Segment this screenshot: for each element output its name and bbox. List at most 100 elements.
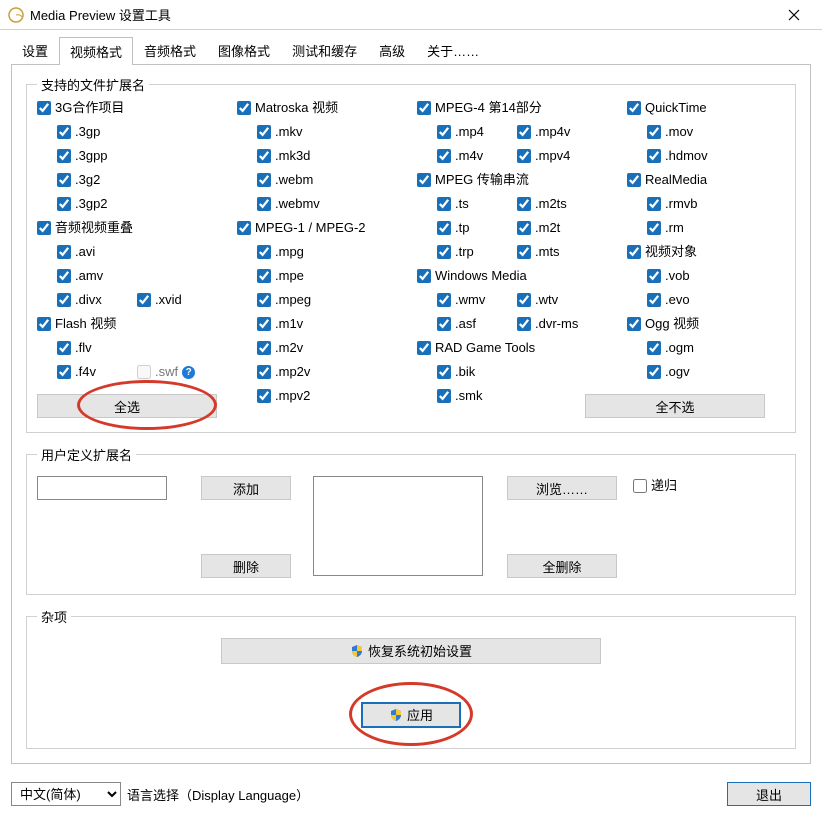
tab-3[interactable]: 图像格式 bbox=[207, 36, 281, 64]
ext-label: .amv bbox=[75, 268, 103, 284]
ext-mpg[interactable]: .mpg bbox=[257, 244, 304, 260]
ext-avi[interactable]: .avi bbox=[57, 244, 95, 260]
help-icon[interactable]: ? bbox=[182, 366, 195, 379]
ext-Flash[interactable]: Flash 视频 bbox=[37, 316, 116, 332]
ext-label: .m4v bbox=[455, 148, 483, 164]
userdef-input[interactable] bbox=[37, 476, 167, 500]
ext-MPEG414[interactable]: MPEG-4 第14部分 bbox=[417, 100, 542, 116]
ext-hdmov[interactable]: .hdmov bbox=[647, 148, 708, 164]
ext-xvid[interactable]: .xvid bbox=[137, 292, 182, 308]
ext-Ogg[interactable]: Ogg 视频 bbox=[627, 316, 699, 332]
ext-ts[interactable]: .ts bbox=[437, 196, 469, 212]
ext-Matroska[interactable]: Matroska 视频 bbox=[237, 100, 338, 116]
ext-3gp2[interactable]: .3gp2 bbox=[57, 196, 108, 212]
ext-m1v[interactable]: .m1v bbox=[257, 316, 303, 332]
language-select[interactable]: 中文(简体) bbox=[11, 782, 121, 806]
tab-0[interactable]: 设置 bbox=[11, 36, 59, 64]
add-button[interactable]: 添加 bbox=[201, 476, 291, 500]
ext-mk3d[interactable]: .mk3d bbox=[257, 148, 310, 164]
ext-RealMedia[interactable]: RealMedia bbox=[627, 172, 707, 188]
ext-RADGameTools[interactable]: RAD Game Tools bbox=[417, 340, 535, 356]
ext-3gp[interactable]: .3gp bbox=[57, 124, 100, 140]
ext-mkv[interactable]: .mkv bbox=[257, 124, 302, 140]
ext-mp4[interactable]: .mp4 bbox=[437, 124, 484, 140]
ext-rm[interactable]: .rm bbox=[647, 220, 684, 236]
ext-m4v[interactable]: .m4v bbox=[437, 148, 483, 164]
apply-button[interactable]: 应用 bbox=[361, 702, 461, 728]
ext-mpeg[interactable]: .mpeg bbox=[257, 292, 311, 308]
exit-button[interactable]: 退出 bbox=[727, 782, 811, 806]
ext-tp[interactable]: .tp bbox=[437, 220, 469, 236]
ext-[interactable]: 音频视频重叠 bbox=[37, 220, 133, 236]
ext-label: .mpe bbox=[275, 268, 304, 284]
ext-QuickTime[interactable]: QuickTime bbox=[627, 100, 707, 116]
ext-f4v[interactable]: .f4v bbox=[57, 364, 96, 380]
ext-label: .3gpp bbox=[75, 148, 108, 164]
ext-mp4v[interactable]: .mp4v bbox=[517, 124, 570, 140]
ext-label: .ogv bbox=[665, 364, 690, 380]
ext-3G[interactable]: 3G合作项目 bbox=[37, 100, 124, 116]
close-button[interactable] bbox=[772, 1, 816, 29]
ext-wtv[interactable]: .wtv bbox=[517, 292, 558, 308]
tab-strip: 设置视频格式音频格式图像格式测试和缓存高级关于…… bbox=[11, 38, 811, 64]
ext-dvrms[interactable]: .dvr-ms bbox=[517, 316, 578, 332]
ext-3g2[interactable]: .3g2 bbox=[57, 172, 100, 188]
ext-3gpp[interactable]: .3gpp bbox=[57, 148, 108, 164]
tab-4[interactable]: 测试和缓存 bbox=[281, 36, 368, 64]
ext-MPEG1MPEG2[interactable]: MPEG-1 / MPEG-2 bbox=[237, 220, 366, 236]
ext-label: .swf bbox=[155, 364, 178, 380]
ext-label: Flash 视频 bbox=[55, 316, 116, 332]
ext-bik[interactable]: .bik bbox=[437, 364, 475, 380]
recursive-checkbox[interactable]: 递归 bbox=[633, 478, 677, 494]
browse-button[interactable]: 浏览…… bbox=[507, 476, 617, 500]
restore-defaults-button[interactable]: 恢复系统初始设置 bbox=[221, 638, 601, 664]
ext-label: .smk bbox=[455, 388, 482, 404]
userdef-list[interactable] bbox=[313, 476, 483, 576]
ext-swf: .swf? bbox=[137, 364, 195, 380]
ext-MPEG[interactable]: MPEG 传输串流 bbox=[417, 172, 529, 188]
ext-rmvb[interactable]: .rmvb bbox=[647, 196, 698, 212]
ext-evo[interactable]: .evo bbox=[647, 292, 690, 308]
ext-m2v[interactable]: .m2v bbox=[257, 340, 303, 356]
ext-label: .mp2v bbox=[275, 364, 310, 380]
ext-mpv2[interactable]: .mpv2 bbox=[257, 388, 310, 404]
delete-button[interactable]: 删除 bbox=[201, 554, 291, 578]
language-label: 语言选择（Display Language） bbox=[127, 785, 309, 804]
ext-wmv[interactable]: .wmv bbox=[437, 292, 485, 308]
ext-vob[interactable]: .vob bbox=[647, 268, 690, 284]
ext-ogv[interactable]: .ogv bbox=[647, 364, 690, 380]
ext-label: QuickTime bbox=[645, 100, 707, 116]
tab-1[interactable]: 视频格式 bbox=[59, 37, 133, 65]
ext-mpe[interactable]: .mpe bbox=[257, 268, 304, 284]
ext-divx[interactable]: .divx bbox=[57, 292, 102, 308]
ext-[interactable]: 视频对象 bbox=[627, 244, 697, 260]
recursive-label: 递归 bbox=[651, 478, 677, 494]
ext-ogm[interactable]: .ogm bbox=[647, 340, 694, 356]
ext-asf[interactable]: .asf bbox=[437, 316, 476, 332]
tab-5[interactable]: 高级 bbox=[368, 36, 416, 64]
ext-webm[interactable]: .webm bbox=[257, 172, 313, 188]
ext-WindowsMedia[interactable]: Windows Media bbox=[417, 268, 527, 284]
ext-mov[interactable]: .mov bbox=[647, 124, 693, 140]
ext-label: .mk3d bbox=[275, 148, 310, 164]
tab-6[interactable]: 关于…… bbox=[416, 36, 490, 64]
shield-icon bbox=[350, 644, 364, 658]
ext-m2ts[interactable]: .m2ts bbox=[517, 196, 567, 212]
ext-mpv4[interactable]: .mpv4 bbox=[517, 148, 570, 164]
ext-smk[interactable]: .smk bbox=[437, 388, 482, 404]
ext-m2t[interactable]: .m2t bbox=[517, 220, 560, 236]
ext-trp[interactable]: .trp bbox=[437, 244, 474, 260]
delete-all-button[interactable]: 全删除 bbox=[507, 554, 617, 578]
ext-amv[interactable]: .amv bbox=[57, 268, 103, 284]
ext-webmv[interactable]: .webmv bbox=[257, 196, 320, 212]
select-none-button[interactable]: 全不选 bbox=[585, 394, 765, 418]
tab-2[interactable]: 音频格式 bbox=[133, 36, 207, 64]
ext-label: .webmv bbox=[275, 196, 320, 212]
ext-mp2v[interactable]: .mp2v bbox=[257, 364, 310, 380]
ext-flv[interactable]: .flv bbox=[57, 340, 92, 356]
ext-mts[interactable]: .mts bbox=[517, 244, 560, 260]
select-all-button[interactable]: 全选 bbox=[37, 394, 217, 418]
ext-label: .rmvb bbox=[665, 196, 698, 212]
supported-extensions-group: 支持的文件扩展名 全选 全不选 3G合作项目.3gp.3gpp.3g2.3gp2… bbox=[26, 75, 796, 433]
ext-label: .flv bbox=[75, 340, 92, 356]
